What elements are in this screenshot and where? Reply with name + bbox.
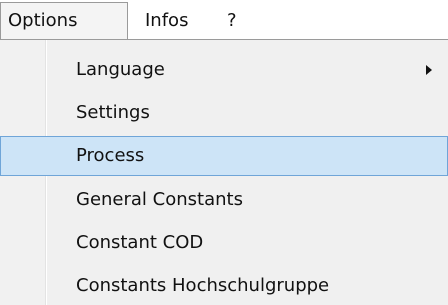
chevron-right-icon <box>426 65 432 75</box>
menu-item-language[interactable]: Language <box>0 50 448 90</box>
menu-item-label: Language <box>76 59 165 80</box>
menu-item-settings[interactable]: Settings <box>0 93 448 133</box>
menu-infos[interactable]: Infos <box>136 2 218 40</box>
menu-item-process[interactable]: Process <box>0 136 448 176</box>
menu-item-constants-hochschulgruppe[interactable]: Constants Hochschulgruppe <box>0 266 448 305</box>
options-dropdown: Language Settings Process General Consta… <box>0 39 448 305</box>
menu-help[interactable]: ? <box>218 2 258 40</box>
menu-item-label: Process <box>76 145 145 166</box>
menu-options[interactable]: Options <box>0 2 128 40</box>
menu-bar: Options Infos ? <box>0 0 448 40</box>
menu-item-constant-cod[interactable]: Constant COD <box>0 223 448 263</box>
menu-item-label: General Constants <box>76 189 243 210</box>
menu-item-label: Constant COD <box>76 232 204 253</box>
menu-item-label: Settings <box>76 102 150 123</box>
menu-item-general-constants[interactable]: General Constants <box>0 180 448 220</box>
menu-item-label: Constants Hochschulgruppe <box>76 275 330 296</box>
